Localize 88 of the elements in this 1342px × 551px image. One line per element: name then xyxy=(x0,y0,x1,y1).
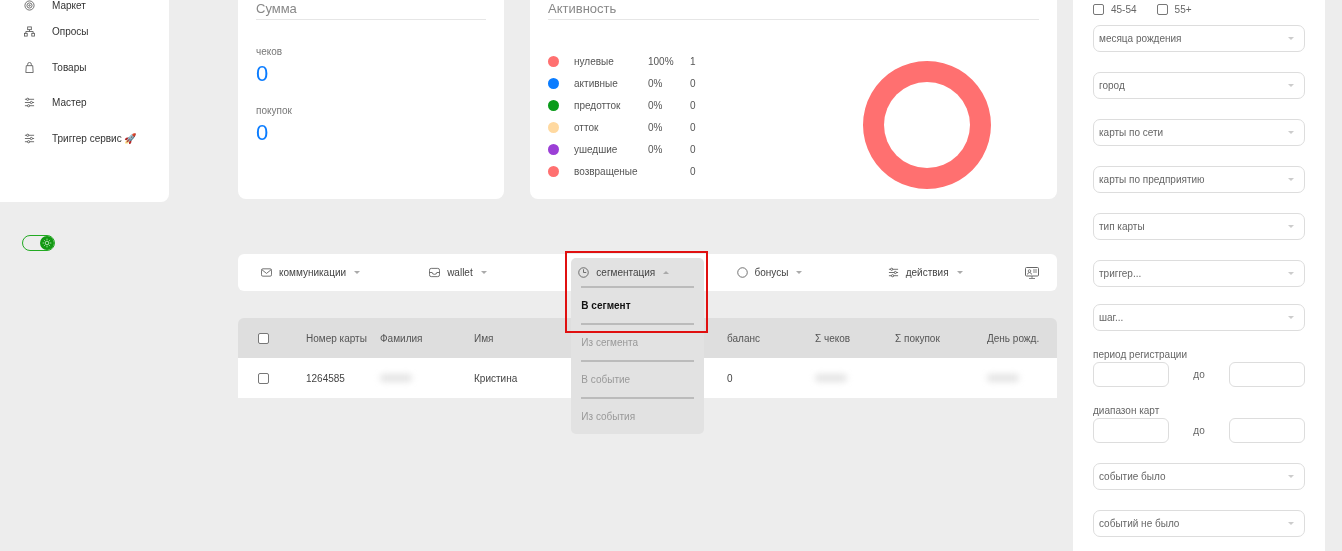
select-all-checkbox[interactable] xyxy=(258,332,269,344)
checkbox[interactable] xyxy=(1156,4,1168,15)
input-field[interactable] xyxy=(1093,418,1169,443)
column-header[interactable]: Σ покупок xyxy=(895,332,940,344)
toolbar-menu-button[interactable]: коммуникации xyxy=(279,267,347,278)
toolbar-menu-button[interactable]: сегментация xyxy=(596,267,656,278)
toolbar-menu-button[interactable]: wallet xyxy=(447,267,473,278)
hierarchy-icon xyxy=(24,26,35,38)
range-separator: до xyxy=(1193,369,1205,380)
legend-count: 0 xyxy=(690,165,696,177)
target-icon xyxy=(24,0,35,11)
legend-label: активные xyxy=(574,77,619,89)
legend-label: ушедшие xyxy=(574,143,619,155)
legend-label: возвращеные xyxy=(574,165,639,177)
legend-percent: 0% xyxy=(648,121,664,133)
select-field[interactable]: карты по предприятию xyxy=(1093,166,1305,193)
column-header[interactable]: День рожд. xyxy=(987,332,1040,344)
caret-icon xyxy=(1288,37,1294,40)
checkbox-label: 55+ xyxy=(1174,4,1192,15)
clock-icon xyxy=(578,267,590,278)
sidebar-item[interactable]: Товары xyxy=(52,61,87,73)
legend-label: предотток xyxy=(574,99,622,111)
column-header[interactable]: Σ чеков xyxy=(815,332,851,344)
legend-label: нулевые xyxy=(574,55,615,67)
sidebar-item[interactable]: Опросы xyxy=(52,26,89,38)
select-field[interactable]: событий не было xyxy=(1093,510,1305,537)
legend-percent: 0% xyxy=(648,99,664,111)
sliders-icon xyxy=(24,97,35,109)
select-field[interactable]: событие было xyxy=(1093,463,1305,490)
sliders-icon xyxy=(24,132,35,144)
select-field[interactable]: шаг... xyxy=(1093,304,1305,331)
stat-value: 0 xyxy=(256,120,270,146)
table-cell: Кристина xyxy=(474,372,518,384)
caret-icon xyxy=(1288,84,1294,87)
presentation-icon[interactable] xyxy=(1025,266,1039,279)
range-separator: до xyxy=(1193,425,1205,436)
select-field[interactable]: тип карты xyxy=(1093,213,1305,240)
column-header[interactable]: Номер карты xyxy=(306,332,367,344)
legend-count: 0 xyxy=(690,99,696,111)
caret-icon xyxy=(1288,522,1294,525)
bag-icon xyxy=(24,61,35,73)
field-label: диапазон карт xyxy=(1093,405,1161,416)
legend-count: 0 xyxy=(690,143,696,155)
table-cell: 1264585 xyxy=(306,372,345,384)
caret-icon xyxy=(1288,272,1294,275)
input-field[interactable] xyxy=(1093,362,1169,387)
field-label: период регистрации xyxy=(1093,349,1189,360)
sidebar-item[interactable]: Триггер сервис 🚀 xyxy=(52,132,137,144)
stat-label: покупок xyxy=(256,105,293,116)
circle-icon xyxy=(736,267,748,278)
envelope-icon xyxy=(261,267,272,278)
legend-count: 0 xyxy=(690,121,696,133)
sliders-icon xyxy=(887,267,899,278)
legend-label: отток xyxy=(574,121,600,133)
select-field[interactable]: триггер... xyxy=(1093,260,1305,287)
stat-label: чеков xyxy=(256,46,284,57)
select-field[interactable]: город xyxy=(1093,72,1305,99)
column-header[interactable]: Имя xyxy=(474,332,494,344)
legend-count: 1 xyxy=(690,55,696,67)
column-header[interactable]: Фамилия xyxy=(380,332,423,344)
sidebar-item[interactable]: Мастер xyxy=(52,97,87,109)
card-title: Активность xyxy=(548,0,618,16)
row-checkbox[interactable] xyxy=(258,372,269,384)
toolbar-menu-button[interactable]: действия xyxy=(905,267,949,278)
table-cell: 0 xyxy=(727,372,733,384)
caret-icon xyxy=(1288,225,1294,228)
caret-icon xyxy=(1288,316,1294,319)
sun-icon xyxy=(42,238,52,248)
legend-percent: 100% xyxy=(648,55,675,67)
input-field[interactable] xyxy=(1229,418,1305,443)
toolbar-menu-button[interactable]: бонусы xyxy=(754,267,789,278)
select-field[interactable]: карты по сети xyxy=(1093,119,1305,146)
stat-value: 0 xyxy=(256,61,270,87)
checkbox[interactable] xyxy=(1093,4,1104,15)
legend-percent: 0% xyxy=(648,143,664,155)
input-field[interactable] xyxy=(1229,362,1305,387)
wallet-icon xyxy=(429,267,441,278)
caret-icon xyxy=(1288,475,1294,478)
column-header[interactable]: баланс xyxy=(727,332,760,344)
menu-item[interactable]: В сегмент xyxy=(581,288,695,325)
card-title: Сумма xyxy=(256,0,298,16)
checkbox-label: 45-54 xyxy=(1111,4,1137,15)
select-field[interactable]: месяца рождения xyxy=(1093,25,1305,52)
legend-percent: 0% xyxy=(648,77,664,89)
caret-icon xyxy=(1288,178,1294,181)
caret-icon xyxy=(1288,131,1294,134)
sidebar-item[interactable]: Маркет xyxy=(52,0,86,11)
legend-count: 0 xyxy=(690,77,696,89)
